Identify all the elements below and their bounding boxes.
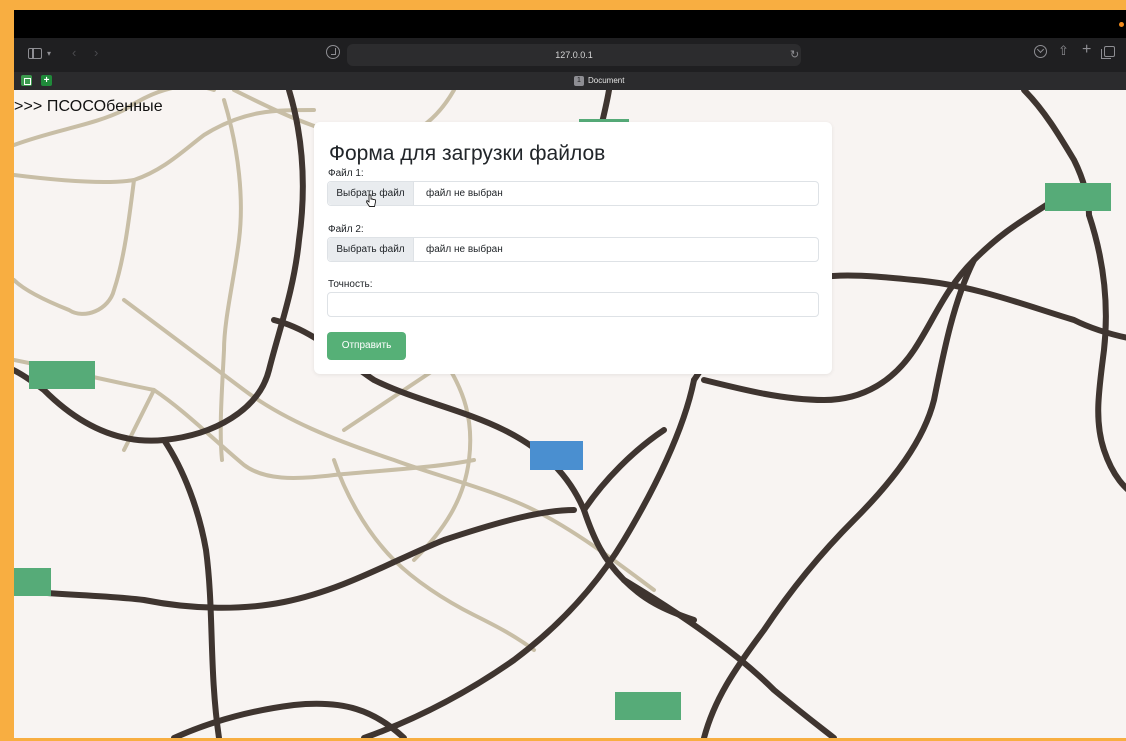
download-icon[interactable] (1034, 45, 1047, 58)
sidebar-toggle-icon[interactable] (28, 48, 42, 59)
file1-label: Файл 1: (328, 168, 364, 179)
reload-icon[interactable]: ↻ (790, 48, 799, 62)
extension-icon[interactable] (21, 75, 32, 86)
title-bar (14, 10, 1126, 38)
station-marker (14, 568, 51, 596)
file2-choose-button[interactable]: Выбрать файл (328, 238, 414, 261)
hand-cursor-icon (366, 194, 376, 207)
back-arrow-icon[interactable]: ‹ (72, 46, 76, 60)
upload-form-card: Форма для загрузки файлов Файл 1: Выбрат… (314, 122, 832, 374)
tab-document[interactable]: 1 Document (574, 75, 624, 87)
file2-label: Файл 2: (328, 224, 364, 235)
tab-overview-icon[interactable] (1101, 46, 1115, 59)
browser-toolbar: ▾ ‹ › 127.0.0.1 ↻ ⇧ + (14, 38, 1126, 72)
file2-input[interactable]: Выбрать файл файл не выбран (327, 237, 819, 262)
file1-input[interactable]: Выбрать файл файл не выбран (327, 181, 819, 206)
page-viewport: >>> ПСОСОбенные Форма для загрузки файло… (14, 90, 1126, 738)
tab-bar: + 1 Document (14, 72, 1126, 90)
file2-status: файл не выбран (426, 244, 503, 255)
address-bar[interactable]: 127.0.0.1 (347, 44, 801, 66)
privacy-report-icon[interactable] (326, 45, 340, 59)
station-marker (615, 692, 681, 720)
station-marker (29, 361, 95, 389)
share-icon[interactable]: ⇧ (1058, 44, 1069, 58)
extension-plus-icon[interactable]: + (41, 75, 52, 86)
precision-label: Точность: (328, 279, 373, 290)
browser-window: ▾ ‹ › 127.0.0.1 ↻ ⇧ + + 1 Document >>> П… (14, 10, 1126, 738)
tab-title: Document (588, 76, 625, 85)
form-heading: Форма для загрузки файлов (329, 142, 606, 165)
recording-indicator (1119, 22, 1124, 27)
station-marker-blue (530, 441, 583, 470)
tab-count-badge: 1 (574, 75, 584, 86)
station-marker (1045, 183, 1111, 211)
file1-status: файл не выбран (426, 188, 503, 199)
url-text: 127.0.0.1 (555, 50, 593, 60)
site-title: >>> ПСОСОбенные (14, 98, 163, 115)
forward-arrow-icon[interactable]: › (94, 46, 98, 60)
chevron-down-icon[interactable]: ▾ (47, 47, 51, 61)
submit-button[interactable]: Отправить (327, 332, 406, 360)
new-tab-icon[interactable]: + (1082, 42, 1091, 58)
precision-input[interactable] (327, 292, 819, 317)
